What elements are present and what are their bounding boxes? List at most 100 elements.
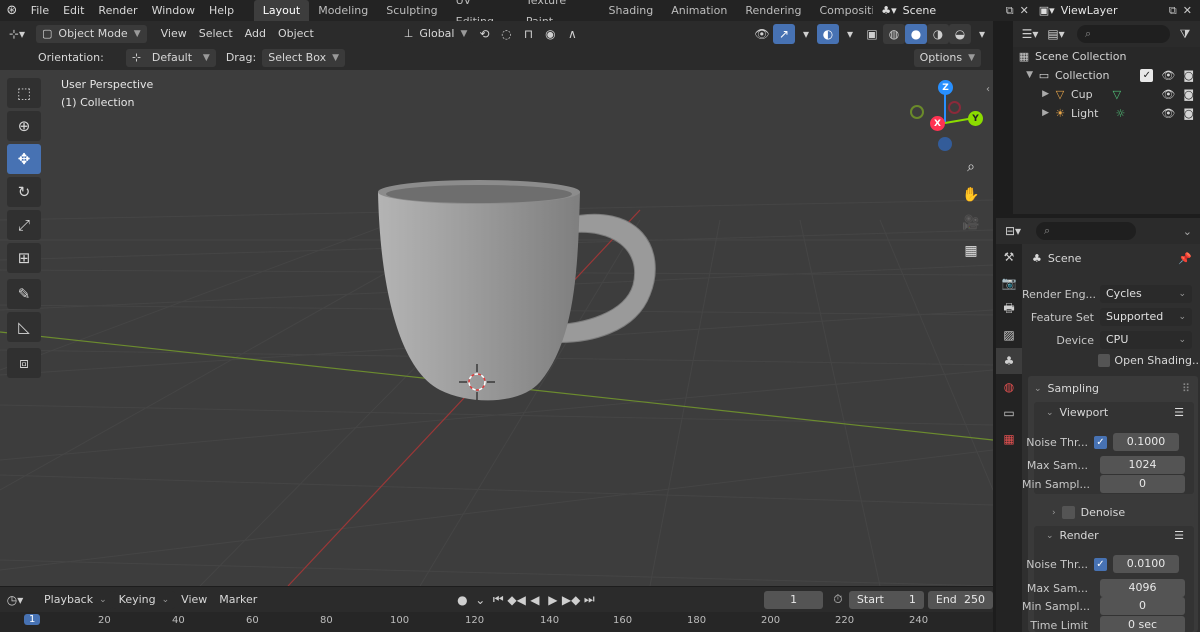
menu-render[interactable]: Render [91,0,144,21]
gizmo-z-axis[interactable]: Z [938,80,953,95]
view-layer-tab-icon[interactable]: ▨ [996,322,1022,348]
zoom-icon[interactable]: ⌕ [958,154,984,180]
falloff-icon[interactable]: ∧ [561,24,583,44]
gizmo-neg-z-axis[interactable] [938,137,952,151]
scene-selector[interactable]: ♣▾ Scene ⧉ ✕ [873,4,1029,18]
outliner-object-row[interactable]: ▶ ▽ Cup ▽ 👁 ◙ [1013,85,1200,103]
tab-shading[interactable]: Shading [600,0,663,21]
filter-icon[interactable]: ⧩ [1174,24,1196,44]
playhead-frame[interactable]: 1 [24,614,41,625]
ortho-toggle-icon[interactable]: ▦ [958,238,984,264]
editor-type-icon[interactable]: ⊹▾ [6,24,28,44]
display-mode-icon[interactable]: ▤▾ [1045,24,1067,44]
transform-tool-icon[interactable]: ⊞ [7,243,41,273]
chevron-down-icon[interactable]: ▾ [795,24,817,44]
add-cube-tool-icon[interactable]: ⧈ [7,348,41,378]
overlays-toggle-icon[interactable]: ◐ [817,23,839,44]
menu-select[interactable]: Select [193,24,239,44]
exclude-checkbox[interactable]: ✓ [1140,68,1154,82]
blender-logo-icon[interactable]: ⊛ [0,3,24,18]
expand-light-icon[interactable]: ▶ [1013,108,1049,118]
3d-viewport[interactable]: User Perspective (1) Collection Z Y X ⌕ … [0,70,993,586]
record-icon[interactable]: ● [453,590,471,610]
chevron-down-icon[interactable]: ⌄ [471,590,489,610]
render-max-samples-field[interactable]: 4096 [1100,579,1185,597]
eye-icon[interactable]: 👁 [1161,107,1175,120]
stopwatch-icon[interactable]: ⏱ [829,590,847,610]
orientation-dropdown[interactable]: ⊹ Default ▼ [125,49,216,67]
transform-orientation-dropdown[interactable]: ⊥ Global ▼ [397,24,474,43]
tab-modeling[interactable]: Modeling [309,0,377,21]
expand-collection-icon[interactable]: ▼ [1013,70,1033,80]
visibility-icon[interactable]: 👁 [751,24,773,44]
collection-tab-icon[interactable]: ▭ [996,400,1022,426]
tab-compositing[interactable]: Compositing [811,0,874,21]
jump-end-icon[interactable]: ⏭ [580,590,598,610]
play-icon[interactable]: ▶ [544,590,562,610]
viewlayer-selector[interactable]: ▣▾ ViewLayer ⧉ ✕ [1029,4,1200,18]
viewport-noise-threshold-field[interactable]: 0.1000 [1113,433,1179,451]
proportional-edit-icon[interactable]: ◉ [539,24,561,44]
expand-cup-icon[interactable]: ▶ [1013,89,1049,99]
eye-icon[interactable]: 👁 [1161,69,1175,82]
outliner-search-input[interactable]: ⌕ [1077,25,1170,43]
select-box-tool-icon[interactable]: ⬚ [7,78,41,108]
shading-solid-icon[interactable]: ● [905,23,927,44]
copy-viewlayer-icon[interactable]: ⧉ [1169,4,1177,18]
camera-view-icon[interactable]: 🎥 [958,210,984,236]
eye-icon[interactable]: 👁 [1161,88,1175,101]
cursor-tool-icon[interactable]: ⊕ [7,111,41,141]
playback-menu[interactable]: Playback ⌄ [38,590,113,609]
options-chevron-icon[interactable]: ⌄ [1183,225,1200,238]
shading-rendered-icon[interactable]: ◒ [949,23,971,44]
measure-tool-icon[interactable]: ◺ [7,312,41,342]
drag-dropdown[interactable]: Select Box ▼ [262,49,346,67]
shading-material-icon[interactable]: ◑ [927,23,949,44]
drag-handle-icon[interactable]: ⠿ [1182,382,1190,395]
light-data-icon[interactable]: ☼ [1115,107,1125,120]
pan-hand-icon[interactable]: ✋ [958,182,984,208]
sampling-header[interactable]: ⌄ Sampling [1034,382,1099,395]
start-frame-field[interactable]: Start 1 [848,590,924,609]
xray-toggle-icon[interactable]: ▣ [861,24,883,44]
menu-edit[interactable]: Edit [56,0,91,21]
output-tab-icon[interactable]: 🖶 [996,296,1022,322]
gizmo-neg-y-axis[interactable] [910,105,924,119]
viewport-subpanel-header[interactable]: ⌄ Viewport [1046,406,1108,419]
menu-help[interactable]: Help [202,0,241,21]
jump-start-icon[interactable]: ⏮ [489,590,507,610]
close-viewlayer-icon[interactable]: ✕ [1183,4,1200,17]
menu-window[interactable]: Window [145,0,202,21]
viewport-min-samples-field[interactable]: 0 [1100,475,1185,493]
rotate-tool-icon[interactable]: ↻ [7,177,41,207]
chevron-down-icon[interactable]: ▾ [839,24,861,44]
menu-view[interactable]: View [155,24,193,44]
tab-animation[interactable]: Animation [662,0,736,21]
outliner-editor-type-icon[interactable]: ☰▾ [1019,24,1041,44]
camera-icon[interactable]: ◙ [1183,88,1194,101]
denoise-checkbox[interactable] [1061,506,1075,519]
world-tab-icon[interactable]: ◍ [996,374,1022,400]
tab-rendering[interactable]: Rendering [736,0,810,21]
viewport-max-samples-field[interactable]: 1024 [1100,456,1185,474]
render-time-limit-field[interactable]: 0 sec [1100,616,1185,632]
sidebar-toggle-icon[interactable]: ‹ [986,84,990,95]
keying-menu[interactable]: Keying ⌄ [112,590,176,609]
annotate-tool-icon[interactable]: ✎ [7,279,41,309]
camera-icon[interactable]: ◙ [1183,69,1194,82]
render-noise-threshold-field[interactable]: 0.0100 [1113,555,1179,573]
gizmo-toggle-icon[interactable]: ↗ [773,23,795,44]
gizmo-y-axis[interactable]: Y [968,111,983,126]
render-subpanel-header[interactable]: ⌄ Render [1046,529,1099,542]
tab-layout[interactable]: Layout [253,0,310,21]
mode-selector[interactable]: ▢ Object Mode ▼ [36,24,147,43]
options-dropdown[interactable]: Options ▼ [913,49,981,67]
preset-list-icon[interactable]: ☰ [1174,406,1184,419]
render-tab-icon[interactable]: 📷 [996,270,1022,296]
close-scene-icon[interactable]: ✕ [1020,4,1029,17]
scale-tool-icon[interactable]: ⤢ [7,210,41,240]
viewport-noise-threshold-checkbox[interactable]: ✓ [1094,435,1107,449]
snap-icon[interactable]: ◌ [495,24,517,44]
gizmo-x-axis[interactable]: X [930,116,945,131]
shading-wireframe-icon[interactable]: ◍ [883,23,905,44]
